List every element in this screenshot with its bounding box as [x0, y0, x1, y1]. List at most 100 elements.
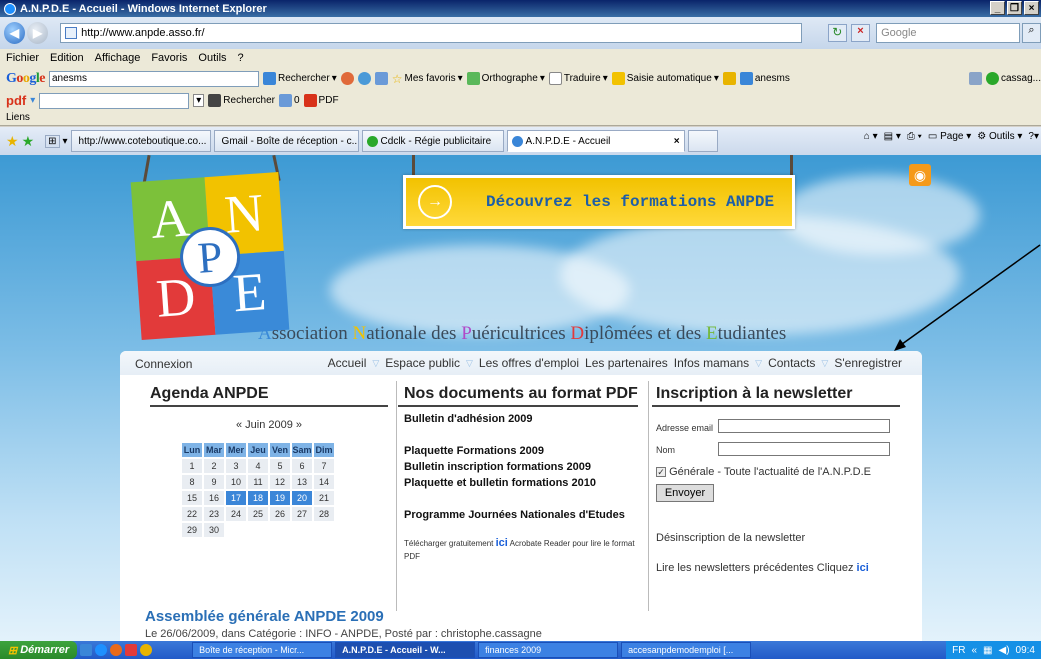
menu-outils[interactable]: Outils	[198, 52, 226, 64]
refresh-icon[interactable]: ↻	[827, 24, 847, 42]
menu-help[interactable]: ?	[238, 52, 244, 64]
calendar-month-nav[interactable]: « Juin 2009 »	[150, 419, 388, 431]
pdf-dropdown-icon[interactable]: ▾	[30, 95, 35, 106]
task-anpde[interactable]: A.N.P.D.E - Accueil - W...	[335, 642, 476, 658]
doc-bulletin-inscription-link[interactable]: Bulletin inscription formations 2009	[404, 459, 638, 475]
feeds-icon[interactable]: ▤ ▾	[884, 131, 901, 142]
add-favorite-icon[interactable]: ★	[22, 133, 35, 150]
windows-logo-icon: ⊞	[8, 644, 18, 657]
envoyer-button[interactable]: Envoyer	[656, 484, 714, 502]
nom-field[interactable]	[718, 441, 890, 456]
article-title[interactable]: Assemblée générale ANPDE 2009	[145, 608, 384, 625]
share-icon[interactable]	[357, 72, 371, 85]
connexion-link[interactable]: Connexion	[135, 357, 192, 371]
network-icon[interactable]: ▦	[983, 645, 992, 656]
popup-icon[interactable]	[374, 72, 388, 85]
pagerank-icon[interactable]	[340, 72, 354, 85]
orthographe-button[interactable]: Orthographe ▾	[466, 72, 545, 85]
acrobat-link[interactable]: ici	[496, 537, 508, 549]
search-input[interactable]: Google	[876, 23, 1020, 43]
google-search-input[interactable]: anesms	[49, 70, 259, 87]
nav-offres-emploi[interactable]: Les offres d'emploi	[479, 356, 579, 370]
minimize-button[interactable]: _	[990, 1, 1005, 15]
clock[interactable]: 09:4	[1016, 645, 1035, 656]
nav-partenaires[interactable]: Les partenaires	[585, 356, 668, 370]
account-button[interactable]: cassag...	[985, 72, 1041, 85]
restore-button[interactable]: ❐	[1007, 1, 1022, 15]
links-bar[interactable]: Liens	[0, 110, 1041, 126]
doc-adhesion-link[interactable]: Bulletin d'adhésion 2009	[404, 411, 638, 427]
main-panel: Connexion Accueil ▽ Espace public ▽ Les of…	[120, 351, 922, 641]
tab-cdclk[interactable]: Cdclk - Régie publicitaire	[361, 130, 504, 152]
pdf-search-button[interactable]: Rechercher	[208, 94, 275, 107]
pdf-dropdown[interactable]: ▾	[193, 94, 205, 107]
print-icon[interactable]: ⎙ ▾	[907, 131, 922, 142]
address-row: ◀ ▶ http://www.anpde.asso.fr/ ↻ × Google…	[0, 17, 1041, 49]
previous-newsletters-link[interactable]: ici	[857, 562, 869, 574]
generale-checkbox[interactable]: ✓	[656, 467, 666, 477]
show-desktop-icon[interactable]	[80, 644, 93, 656]
task-acces[interactable]: accesanpdemodemploi [...	[621, 642, 752, 658]
nav-contacts[interactable]: Contacts	[768, 356, 815, 370]
nav-accueil[interactable]: Accueil	[328, 356, 367, 370]
tray-expand-icon[interactable]: «	[971, 645, 977, 656]
highlighter-icon[interactable]	[722, 72, 736, 85]
tab-anpde[interactable]: A.N.P.D.E - Accueil ×	[506, 130, 685, 152]
favoris-button[interactable]: ☆ Mes favoris ▾	[392, 72, 463, 86]
wrench-icon[interactable]	[968, 72, 982, 85]
tools-menu[interactable]: ⚙ Outils ▾	[977, 131, 1022, 142]
nav-espace-public[interactable]: Espace public	[385, 356, 460, 370]
volume-icon[interactable]: ◀)	[999, 645, 1010, 656]
menu-fichier[interactable]: Fichier	[6, 52, 39, 64]
web-page-content: A N D E P → Découvrez les formations ANP…	[0, 155, 1041, 641]
language-indicator[interactable]: FR	[952, 645, 965, 656]
address-bar[interactable]: http://www.anpde.asso.fr/	[60, 23, 802, 43]
forward-button[interactable]: ▶	[27, 22, 49, 44]
start-button[interactable]: ⊞ Démarrer	[0, 641, 78, 659]
tab-gmail[interactable]: Gmail - Boîte de réception - c...	[213, 130, 359, 152]
google-search-button[interactable]: Rechercher ▾	[263, 72, 337, 85]
calendar: Lun Mar Mer Jeu Ven Sam Dim 1234567 8 9 10 11 12 13…	[182, 443, 334, 537]
anpde-logo[interactable]: A N D E P	[130, 172, 290, 340]
menu-favoris[interactable]: Favoris	[151, 52, 187, 64]
saisie-button[interactable]: Saisie automatique ▾	[611, 72, 719, 85]
page-menu[interactable]: ▭ Page ▾	[928, 131, 971, 142]
nav-infos-mamans[interactable]: Infos mamans	[674, 356, 749, 370]
task-outlook[interactable]: Boîte de réception - Micr...	[192, 642, 333, 658]
email-label: Adresse email	[656, 422, 714, 433]
app-quicklaunch-icon[interactable]	[125, 644, 138, 656]
menu-affichage[interactable]: Affichage	[95, 52, 141, 64]
rss-icon[interactable]: ◉	[909, 164, 931, 186]
doc-plaquette-2010-link[interactable]: Plaquette et bulletin formations 2010	[404, 475, 638, 491]
nav-enregistrer[interactable]: S'enregistrer	[834, 356, 902, 370]
task-finances[interactable]: finances 2009	[478, 642, 619, 658]
help-icon[interactable]: ?▾	[1028, 131, 1039, 142]
browser-quicklaunch-icon[interactable]	[140, 644, 153, 656]
site-nav: Connexion Accueil ▽ Espace public ▽ Les of…	[120, 351, 922, 375]
tab-list-icon[interactable]: ▾	[63, 136, 68, 147]
traduire-button[interactable]: Traduire ▾	[548, 72, 608, 85]
pdf-search-input[interactable]	[39, 92, 190, 109]
doc-programme-link[interactable]: Programme Journées Nationales d'Etudes	[404, 507, 638, 523]
unsubscribe-link[interactable]: Désinscription de la newsletter	[656, 532, 900, 544]
outlook-quicklaunch-icon[interactable]	[110, 644, 123, 656]
calendar-week: 8 9 10 11 12 13 14	[182, 475, 334, 489]
stop-icon[interactable]: ×	[850, 24, 871, 42]
pdf-button[interactable]: PDF	[303, 94, 339, 107]
formations-banner[interactable]: → Découvrez les formations ANPDE	[403, 175, 795, 229]
email-field[interactable]	[718, 419, 890, 433]
tab-coteboutique[interactable]: http://www.coteboutique.co...	[70, 130, 211, 152]
anesms-button[interactable]: anesms	[739, 72, 790, 85]
quick-tabs-icon[interactable]: ⊞	[45, 134, 60, 148]
new-tab[interactable]	[687, 130, 718, 152]
favorites-star-icon[interactable]: ★	[6, 133, 19, 150]
pdf-count: 0	[278, 94, 300, 107]
search-icon[interactable]: ⌕	[1021, 23, 1041, 43]
home-icon[interactable]: ⌂ ▾	[864, 131, 878, 142]
close-tab-icon[interactable]: ×	[674, 136, 680, 147]
back-button[interactable]: ◀	[4, 22, 26, 44]
ie-quicklaunch-icon[interactable]	[95, 644, 108, 656]
menu-edition[interactable]: Edition	[50, 52, 84, 64]
close-button[interactable]: ×	[1024, 1, 1039, 15]
doc-plaquette-2009-link[interactable]: Plaquette Formations 2009	[404, 443, 638, 459]
